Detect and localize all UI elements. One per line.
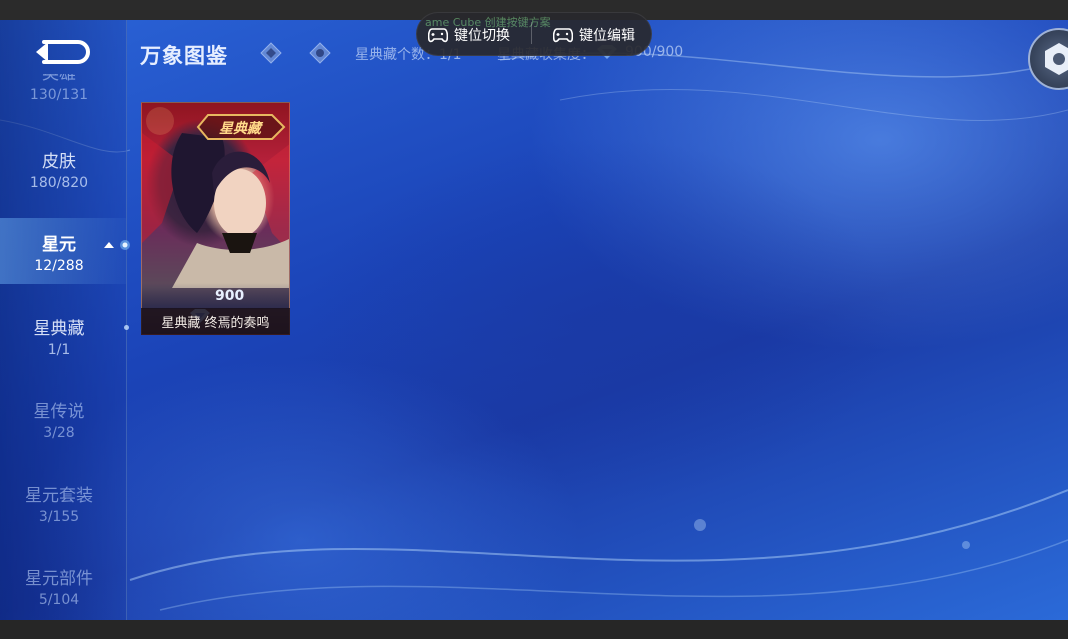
gamepad-icon [553,28,573,43]
sidebar-item-xingyuan-parts[interactable]: 星元部件 5/104 [0,569,118,609]
sidebar-item-label: 星传说 [33,402,85,422]
back-arrow-icon[interactable] [30,36,90,66]
gamepad-icon [428,28,448,43]
keymap-switch-label: 键位切换 [454,28,510,44]
sidebar-item-label: 星典藏 [33,319,85,339]
indicator-dot [124,325,129,330]
sidebar-item-count: 3/155 [38,509,80,525]
sidebar-item-label: 星元部件 [25,569,93,589]
orb-filter-icon[interactable] [309,42,331,64]
keymap-switch-button[interactable]: 键位切换 [428,25,510,45]
active-chevron-icon [104,240,130,250]
sidebar-item-count: 5/104 [38,592,80,608]
settings-button[interactable] [1028,28,1068,90]
sidebar-item-xingyuan-set[interactable]: 星元套装 3/155 [0,486,118,526]
sidebar-item-xingchuanshuo[interactable]: 星传说 3/28 [0,402,118,442]
sidebar-item-count: 12/288 [34,258,84,274]
sidebar-item-heroes[interactable]: 英雄 130/131 [0,74,118,114]
card-badge: 星典藏 [194,111,286,143]
window-bottom-bar [0,620,1068,639]
keymap-edit-label: 键位编辑 [579,28,635,44]
sidebar-item-count: 130/131 [29,87,89,103]
diamond-filter-icon[interactable] [260,42,282,64]
sidebar-item-xingyuan[interactable]: 星元 12/288 [0,235,118,275]
card-score: 900 [215,288,245,304]
sidebar-item-label: 星元套装 [25,486,93,506]
sidebar-item-xingdiancang[interactable]: 星典藏 1/1 [0,319,118,359]
sidebar-item-label: 英雄 [42,74,76,84]
card-badge-label: 星典藏 [219,121,261,137]
keymap-edit-button[interactable]: 键位编辑 [553,25,635,45]
sidebar-item-label: 星元 [42,235,76,255]
hexagon-settings-icon [1045,43,1068,75]
category-sidebar: 英雄 130/131 皮肤 180/820 星元 12/288 星典藏 1/1 … [0,20,130,620]
card-name: 星典藏 终焉的奏鸣 [161,316,270,331]
game-screen: 英雄 130/131 皮肤 180/820 星元 12/288 星典藏 1/1 … [0,20,1068,620]
sidebar-item-count: 180/820 [29,175,89,191]
sidebar-item-count: 1/1 [47,342,71,358]
overlay-divider [531,22,532,44]
sidebar-item-skins[interactable]: 皮肤 180/820 [0,152,118,192]
page-title: 万象图鉴 [140,44,228,68]
sidebar-item-count: 3/28 [43,425,75,441]
sidebar-item-label: 皮肤 [42,152,76,172]
